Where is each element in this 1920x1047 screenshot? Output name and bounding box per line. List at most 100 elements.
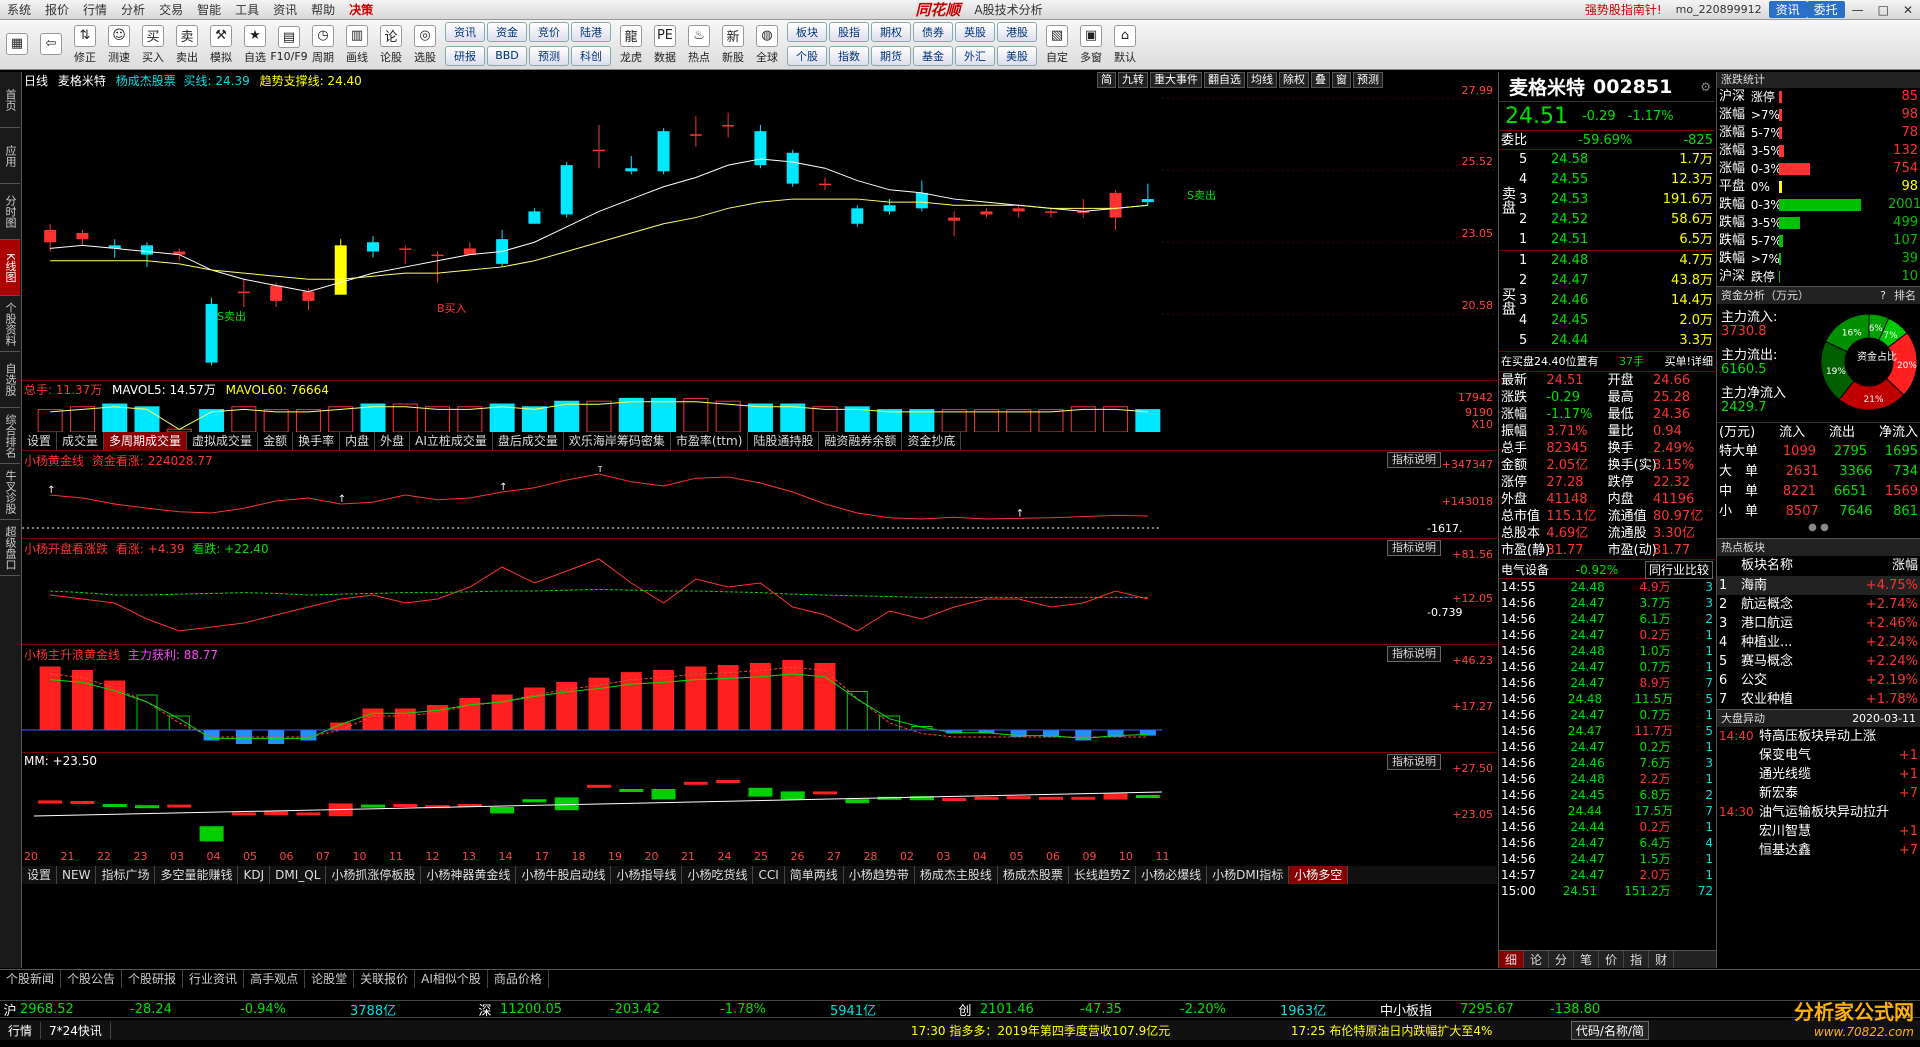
tick-row[interactable]: 14:56 24.47 3.7万 3 — [1499, 595, 1715, 611]
buy-info-detail[interactable]: 买单!详细 — [1665, 352, 1713, 371]
period-button[interactable]: ◷ 周期 — [307, 22, 339, 68]
order-button[interactable]: 委托 — [1806, 1, 1845, 18]
info-tab[interactable]: 论股堂 — [305, 970, 355, 988]
toolbar-grid-button[interactable]: 英股 — [955, 21, 995, 42]
ind3-chart[interactable] — [22, 660, 1497, 752]
f10-button[interactable]: ▤ F10/F9 — [270, 22, 308, 68]
tick-row[interactable]: 14:56 24.44 17.5万 7 — [1499, 803, 1715, 819]
info-tab[interactable]: 个股研报 — [122, 970, 184, 988]
tick-row[interactable]: 14:56 24.47 0.7万 1 — [1499, 659, 1715, 675]
volume-tab[interactable]: 内盘 — [340, 432, 376, 450]
info-tab[interactable]: 个股公告 — [61, 970, 123, 988]
chart-tool-button[interactable]: 均线 — [1247, 72, 1277, 88]
movement-row[interactable]: 新宏泰 +7 — [1717, 784, 1920, 803]
hot-sector-row[interactable]: 1 海南 +4.75% — [1717, 576, 1920, 595]
toolbar-grid-button[interactable]: 预测 — [529, 45, 569, 66]
new-button[interactable]: 新新股 — [717, 22, 749, 68]
gear-icon[interactable]: ⚙ — [1700, 80, 1711, 94]
market-movement-date[interactable]: 2020-03-11 — [1852, 710, 1916, 727]
nav-item[interactable]: 分时图 — [0, 184, 20, 240]
hot-sector-row[interactable]: 4 种植业... +2.24% — [1717, 633, 1920, 652]
movement-row[interactable]: 14:30 油气运输板块异动拉升 — [1717, 803, 1920, 822]
updown-row[interactable]: 跌幅 3-5% 499 — [1717, 214, 1920, 232]
hot-sector-row[interactable]: 2 航运概念 +2.74% — [1717, 595, 1920, 614]
toolbar-grid-button[interactable]: 陆港 — [571, 21, 611, 42]
toolbar-grid-button[interactable]: 资金 — [487, 21, 527, 42]
toolbar-grid-button[interactable]: 外汇 — [955, 45, 995, 66]
order-row[interactable]: 4 24.55 12.3万 — [1517, 170, 1715, 190]
order-row[interactable]: 5 24.58 1.7万 — [1517, 150, 1715, 170]
menu-item[interactable]: 行情 — [76, 1, 114, 18]
maximize-icon[interactable]: □ — [1871, 3, 1896, 17]
back-arrow-button[interactable]: ⇦ — [35, 22, 67, 68]
tick-row[interactable]: 14:56 24.47 6.1万 2 — [1499, 611, 1715, 627]
toolbar-grid-button[interactable]: 竞价 — [529, 21, 569, 42]
hot-sector-row[interactable]: 7 农业种植 +1.78% — [1717, 690, 1920, 709]
indicator-tab[interactable]: 小杨DMI指标 — [1207, 866, 1290, 884]
detail-tab[interactable]: 论 — [1524, 951, 1550, 968]
up-down-button[interactable]: ⇅ 修正 — [69, 22, 101, 68]
updown-row[interactable]: 沪深 涨停 85 — [1717, 88, 1920, 106]
nav-item[interactable]: 首页 — [0, 72, 20, 128]
updown-row[interactable]: 涨幅 >7% 98 — [1717, 106, 1920, 124]
toolbar-grid-button[interactable]: 港股 — [997, 21, 1037, 42]
indicator-tab[interactable]: CCI — [753, 866, 785, 884]
order-row[interactable]: 1 24.51 6.5万 — [1517, 230, 1715, 250]
tick-row[interactable]: 14:56 24.48 2.2万 1 — [1499, 771, 1715, 787]
news-ticker-1[interactable]: 17:30 指多多：2019年第四季度营收107.9亿元 — [911, 1022, 1291, 1039]
indicator-tab[interactable]: DMI_QL — [270, 866, 327, 884]
menu-item[interactable]: 智能 — [190, 1, 228, 18]
nav-item[interactable]: 应用 — [0, 128, 20, 184]
volume-tab[interactable]: 融资融券余额 — [819, 432, 903, 450]
draw-button[interactable]: ▥ 画线 — [341, 22, 373, 68]
chart-tool-button[interactable]: 窗 — [1332, 72, 1351, 88]
nav-item[interactable]: 牛叉诊股 — [0, 464, 20, 520]
order-row[interactable]: 5 24.44 3.3万 — [1517, 331, 1715, 351]
info-tab[interactable]: 高手观点 — [244, 970, 306, 988]
volume-tab[interactable]: 盘后成交量 — [493, 432, 564, 450]
menu-item[interactable]: 资讯 — [266, 1, 304, 18]
tick-row[interactable]: 14:56 24.47 0.2万 1 — [1499, 627, 1715, 643]
menu-item[interactable]: 工具 — [228, 1, 266, 18]
volume-tab[interactable]: 资金抄底 — [902, 432, 962, 450]
order-row[interactable]: 2 24.52 58.6万 — [1517, 210, 1715, 230]
industry-compare-button[interactable]: 同行业比较 — [1644, 561, 1713, 579]
updown-row[interactable]: 平盘 0% 98 — [1717, 178, 1920, 196]
home-button[interactable]: ▦ — [1, 22, 33, 68]
volume-tab[interactable]: 欢乐海岸筹码密集 — [564, 432, 671, 450]
movement-row[interactable]: 恒基达鑫 +7 — [1717, 841, 1920, 860]
indicator-tab[interactable]: 多空量能赚钱 — [155, 866, 239, 884]
pe-button[interactable]: PE 数据 — [649, 22, 681, 68]
indicator-tab[interactable]: 杨成杰主股线 — [915, 866, 998, 884]
updown-row[interactable]: 跌幅 0-3% 2001 — [1717, 196, 1920, 214]
industry-name[interactable]: 电气设备 — [1501, 560, 1549, 578]
toolbar-grid-button[interactable]: 资讯 — [445, 21, 485, 42]
chart-tool-button[interactable]: 九转 — [1118, 72, 1148, 88]
indicator-tab[interactable]: 小杨指导线 — [611, 866, 683, 884]
indicator-tab[interactable]: 小杨神器黄金线 — [421, 866, 517, 884]
toolbar-grid-button[interactable]: 美股 — [997, 45, 1037, 66]
custom-button[interactable]: ▧ 自定 — [1041, 22, 1073, 68]
globe-button[interactable]: ◍ 全球 — [751, 22, 783, 68]
period-label[interactable]: 日线 — [24, 74, 48, 88]
order-row[interactable]: 3 24.53 191.6万 — [1517, 190, 1715, 210]
movement-row[interactable]: 通光线缆 +1 — [1717, 765, 1920, 784]
chart-tool-button[interactable]: 叠 — [1311, 72, 1330, 88]
sh-index[interactable]: 2968.52 — [20, 1002, 130, 1017]
forum-button[interactable]: 论论股 — [375, 22, 407, 68]
indicator-tab[interactable]: 小杨多空 — [1289, 866, 1349, 884]
hot-sector-col-pct[interactable]: 涨幅 — [1892, 556, 1918, 576]
hot-sector-row[interactable]: 3 港口航运 +2.46% — [1717, 614, 1920, 633]
toolbar-grid-button[interactable]: 期货 — [871, 45, 911, 66]
toolbar-grid-button[interactable]: 研报 — [445, 45, 485, 66]
menu-item[interactable]: 帮助 — [304, 1, 342, 18]
detail-tab[interactable]: 分 — [1549, 951, 1575, 968]
tick-row[interactable]: 14:56 24.47 8.9万 7 — [1499, 675, 1715, 691]
speed-button[interactable]: ☺ 测速 — [103, 22, 135, 68]
toolbar-grid-button[interactable]: 期权 — [871, 21, 911, 42]
news-ticker-2[interactable]: 17:25 布伦特原油日内跌幅扩大至4% — [1291, 1022, 1571, 1039]
toolbar-grid-button[interactable]: BBD — [487, 45, 527, 66]
minimize-icon[interactable]: — — [1845, 3, 1871, 17]
tick-row[interactable]: 14:56 24.47 6.4万 4 — [1499, 835, 1715, 851]
favorite-button[interactable]: ★ 自选 — [239, 22, 271, 68]
